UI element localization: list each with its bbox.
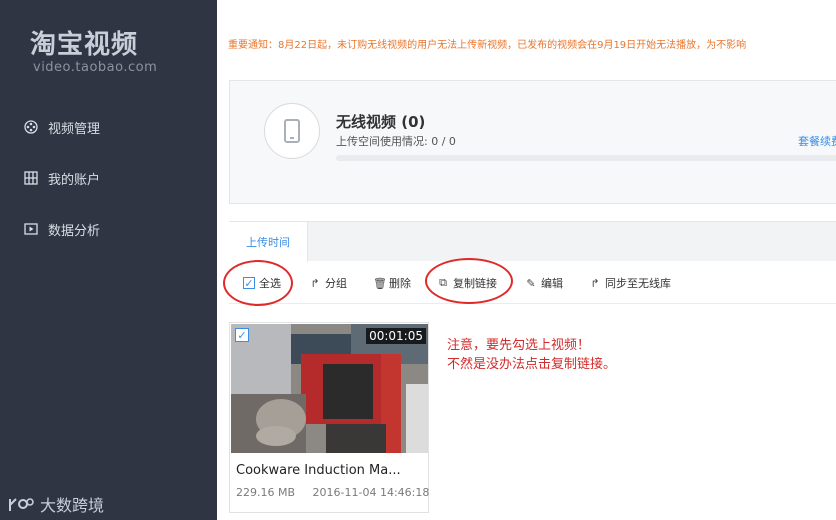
sidebar-item-label: 数据分析 [48, 223, 101, 239]
sidebar-item-label: 视频管理 [48, 121, 101, 137]
video-thumbnail[interactable]: ✓ 00:01:05 [231, 324, 428, 453]
sidebar: 淘宝视频 video.taobao.com 视频管理 我的账户 数据分析 大数跨… [0, 0, 217, 520]
group-label: 分组 [325, 277, 347, 290]
video-title[interactable]: Cookware Induction Ma... [236, 463, 424, 478]
annotation-line-2: 不然是没办法点击复制链接。 [447, 357, 617, 372]
share-arrow-icon: ↱ [310, 276, 320, 290]
sidebar-item-video-management[interactable]: 视频管理 [24, 117, 100, 137]
annotation-line-1: 注意，要先勾选上视频！ [447, 338, 591, 353]
sidebar-item-label: 我的账户 [48, 172, 101, 188]
sidebar-item-data-analysis[interactable]: 数据分析 [24, 219, 100, 239]
annotation-note: 注意，要先勾选上视频！ 不然是没办法点击复制链接。 [447, 336, 616, 374]
copy-icon: ⧉ [439, 276, 447, 289]
tabs-bar: 上传时间 [229, 221, 836, 262]
usage-progress-bar [336, 155, 836, 161]
watermark-logo-icon [9, 498, 34, 511]
copy-link-label: 复制链接 [453, 277, 497, 290]
important-notice: 重要通知：8月22日起，未订购无线视频的用户无法上传新视频，已发布的视频会在9月… [228, 40, 747, 51]
sync-label: 同步至无线库 [605, 277, 671, 290]
tab-upload-time[interactable]: 上传时间 [229, 222, 308, 262]
delete-button[interactable]: 🗑 删除 [373, 275, 411, 291]
stats-title: 无线视频 (0) [336, 113, 426, 131]
sync-wireless-button[interactable]: ↱ 同步至无线库 [589, 275, 671, 291]
edit-label: 编辑 [541, 277, 563, 290]
video-toolbar: ✓ 全选 ↱ 分组 🗑 删除 ⧉ 复制链接 ✎ 编辑 ↱ 同步至无线库 [223, 258, 836, 306]
play-box-icon [24, 223, 38, 235]
video-select-checkbox[interactable]: ✓ [235, 328, 249, 342]
brand-logo: 淘宝视频 [30, 30, 139, 60]
video-date: 2016-11-04 14:46:18 [312, 486, 430, 499]
brand-url: video.taobao.com [33, 60, 158, 75]
edit-button[interactable]: ✎ 编辑 [525, 275, 563, 291]
account-grid-icon [24, 171, 38, 185]
delete-label: 删除 [389, 277, 411, 290]
video-size: 229.16 MB [236, 486, 296, 499]
trash-icon: 🗑 [373, 276, 387, 290]
wireless-video-stats: 无线视频 (0) 上传空间使用情况: 0 / 0 套餐续费 [229, 80, 836, 204]
video-meta: 229.16 MB 2016-11-04 14:46:18 [236, 486, 429, 499]
video-duration: 00:01:05 [366, 328, 426, 344]
select-all-checkbox[interactable]: ✓ 全选 [243, 275, 281, 291]
package-renew-link[interactable]: 套餐续费 [798, 133, 836, 149]
phone-icon [284, 119, 300, 143]
watermark: 大数跨境 [8, 492, 104, 516]
film-reel-icon [24, 120, 38, 134]
group-button[interactable]: ↱ 分组 [309, 275, 347, 291]
watermark-text: 大数跨境 [40, 496, 105, 515]
sync-arrow-icon: ↱ [590, 276, 600, 290]
copy-link-button[interactable]: ⧉ 复制链接 [437, 275, 497, 291]
phone-icon-circle [264, 103, 320, 159]
edit-icon: ✎ [526, 276, 536, 290]
checkbox-checked-icon: ✓ [243, 276, 255, 290]
video-card[interactable]: ✓ 00:01:05 Cookware Induction Ma... 229.… [229, 322, 429, 513]
app-root: 淘宝视频 video.taobao.com 视频管理 我的账户 数据分析 大数跨… [0, 0, 836, 520]
usage-label: 上传空间使用情况: 0 / 0 [336, 135, 456, 148]
sidebar-item-my-account[interactable]: 我的账户 [24, 168, 100, 188]
select-all-label: 全选 [259, 277, 281, 290]
